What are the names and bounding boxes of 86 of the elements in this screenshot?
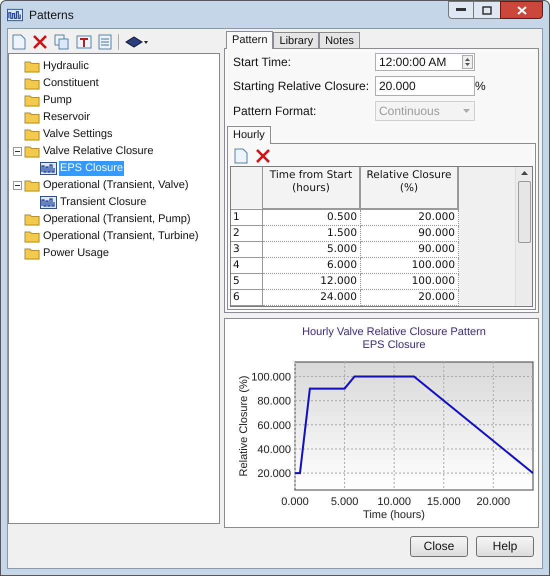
spinner-icon[interactable] bbox=[462, 55, 473, 69]
x-axis-label: Time (hours) bbox=[363, 509, 425, 521]
folder-icon bbox=[24, 111, 40, 124]
unit-label: % bbox=[475, 78, 487, 95]
window-title: Patterns bbox=[29, 6, 74, 24]
tree-item[interactable]: Operational (Transient, Pump) bbox=[42, 212, 192, 227]
chart-title: EPS Closure bbox=[362, 339, 426, 351]
tree-item[interactable]: Transient Closure bbox=[59, 195, 148, 210]
table-cell[interactable]: 100.000 bbox=[361, 258, 459, 274]
tree-item[interactable]: Reservoir bbox=[42, 110, 92, 125]
folder-icon bbox=[24, 213, 40, 226]
folder-icon bbox=[24, 128, 40, 141]
row-header: 5 bbox=[231, 274, 263, 290]
y-tick-label: 100.000 bbox=[251, 372, 291, 384]
close-icon bbox=[516, 6, 526, 14]
table-cell[interactable]: 20.000 bbox=[361, 290, 459, 306]
report-icon[interactable] bbox=[96, 32, 114, 52]
minimize-icon bbox=[456, 8, 466, 12]
dropdown-arrow-icon bbox=[463, 109, 470, 113]
x-tick-label: 15.000 bbox=[426, 496, 461, 508]
chart-title: Hourly Valve Relative Closure Pattern bbox=[302, 326, 486, 338]
x-tick-label: 20.000 bbox=[476, 496, 510, 508]
folder-icon bbox=[24, 145, 40, 158]
tree-item[interactable]: Operational (Transient, Turbine) bbox=[42, 229, 200, 244]
tab[interactable]: Notes bbox=[319, 32, 360, 48]
maximize-button[interactable] bbox=[474, 1, 500, 19]
chart-icon bbox=[40, 196, 57, 209]
column-header: Relative Closure (%) bbox=[361, 167, 459, 210]
y-tick-label: 80.000 bbox=[257, 396, 291, 408]
chart-icon bbox=[40, 162, 57, 175]
row-header: 2 bbox=[231, 226, 263, 242]
tree-item[interactable]: Constituent bbox=[42, 76, 100, 91]
table-cell[interactable]: 6.000 bbox=[263, 258, 361, 274]
row-header: 1 bbox=[231, 210, 263, 226]
y-tick-label: 60.000 bbox=[257, 420, 291, 432]
tree-item[interactable]: Hydraulic bbox=[42, 59, 90, 74]
field-label: Starting Relative Closure: bbox=[233, 78, 370, 95]
tab[interactable]: Library bbox=[273, 32, 320, 48]
folder-icon bbox=[24, 247, 40, 260]
y-tick-label: 40.000 bbox=[257, 444, 291, 456]
field-label: Start Time: bbox=[233, 54, 292, 71]
folder-icon bbox=[24, 77, 40, 90]
collapse-icon[interactable] bbox=[13, 181, 22, 190]
time-spinner-field[interactable]: 12:00:00 AM bbox=[375, 53, 475, 71]
row-header: 6 bbox=[231, 290, 263, 306]
x-tick-label: 10.000 bbox=[377, 496, 411, 508]
row-header: 4 bbox=[231, 258, 263, 274]
dialog-button[interactable]: Help bbox=[476, 536, 534, 556]
y-axis-label: Relative Closure (%) bbox=[238, 376, 250, 476]
minimize-button[interactable] bbox=[448, 1, 474, 19]
tree-item[interactable]: Power Usage bbox=[42, 246, 110, 261]
row-header: 3 bbox=[231, 242, 263, 258]
folder-icon bbox=[24, 179, 40, 192]
column-header: Time from Start (hours) bbox=[263, 167, 361, 210]
tree-item[interactable]: Valve Relative Closure bbox=[42, 144, 154, 159]
collapse-icon[interactable] bbox=[13, 147, 22, 156]
dialog-button[interactable]: Close bbox=[410, 536, 468, 556]
closure-input[interactable]: 20.000 bbox=[375, 76, 475, 96]
tab[interactable]: Hourly bbox=[227, 126, 271, 144]
x-tick-label: 0.000 bbox=[281, 496, 309, 508]
folder-icon bbox=[24, 60, 40, 73]
tree-item[interactable]: Pump bbox=[42, 93, 73, 108]
scroll-up-icon[interactable] bbox=[520, 171, 528, 175]
folder-icon bbox=[24, 94, 40, 107]
table-cell[interactable]: 0.500 bbox=[263, 210, 361, 226]
tab[interactable]: Pattern bbox=[226, 31, 274, 49]
close-button[interactable] bbox=[500, 1, 543, 19]
tree-item[interactable]: Operational (Transient, Valve) bbox=[42, 178, 190, 193]
table-cell[interactable]: 5.000 bbox=[263, 242, 361, 258]
table-cell[interactable]: 1.500 bbox=[263, 226, 361, 242]
table-cell[interactable]: 100.000 bbox=[361, 274, 459, 290]
table-cell[interactable]: 90.000 bbox=[361, 242, 459, 258]
y-tick-label: 20.000 bbox=[257, 468, 291, 480]
maximize-icon bbox=[482, 6, 492, 14]
new-icon[interactable] bbox=[10, 32, 28, 52]
add-row-icon[interactable] bbox=[232, 146, 250, 166]
folder-icon bbox=[24, 230, 40, 243]
scrollbar[interactable] bbox=[515, 167, 532, 306]
tree-item[interactable]: Valve Settings bbox=[42, 127, 114, 142]
table-cell[interactable]: 90.000 bbox=[361, 226, 459, 242]
x-tick-label: 5.000 bbox=[330, 496, 358, 508]
field-label: Pattern Format: bbox=[233, 103, 318, 120]
table-cell[interactable]: 12.000 bbox=[263, 274, 361, 290]
app-icon bbox=[7, 8, 23, 22]
table-cell[interactable]: 24.000 bbox=[263, 290, 361, 306]
table-cell[interactable]: 20.000 bbox=[361, 210, 459, 226]
